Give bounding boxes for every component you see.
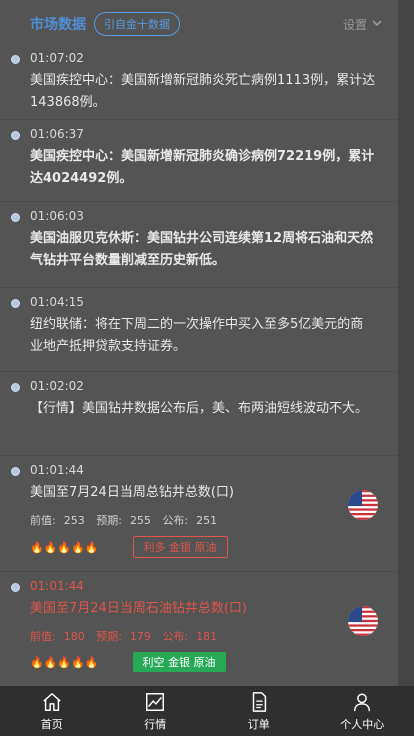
news-time: 01:02:02 (30, 379, 84, 393)
news-text: 美国至7月24日当周石油钻井总数(口) (30, 601, 247, 616)
actual-value: 251 (196, 514, 218, 527)
importance-rating: 🔥 🔥 🔥 🔥 🔥 利多 金银 原油 (30, 536, 398, 558)
news-item[interactable]: 01:07:02 美国疾控中心：美国新增新冠肺炎死亡病例1113例，累计达143… (0, 44, 398, 120)
timeline-dot (11, 467, 20, 476)
prev-value: 180 (63, 630, 85, 643)
actual-label: 公布: (162, 514, 189, 527)
flame-icon: 🔥 (30, 655, 44, 669)
news-text: 美国油服贝克休斯：美国钻井公司连续第12周将石油和天然气钻井平台数量削减至历史新… (30, 231, 374, 268)
news-item[interactable]: 01:02:02 【行情】美国钻井数据公布后，美、布两油短线波动不大。 (0, 372, 398, 456)
news-time: 01:01:44 (30, 579, 84, 593)
impact-tag: 利多 金银 原油 (132, 536, 228, 558)
flame-icon: 🔥 (57, 540, 72, 554)
data-release-item[interactable]: 01:01:44 美国至7月24日当周总钻井总数(口) 前值: 253 预期: 25… (0, 456, 398, 572)
news-text: 【行情】美国钻井数据公布后，美、布两油短线波动不大。 (30, 401, 369, 416)
flame-icon: 🔥 (84, 655, 99, 669)
timeline-dot (11, 583, 20, 592)
news-time: 01:06:03 (30, 209, 84, 223)
timeline-dot (11, 213, 20, 222)
prev-value: 253 (63, 514, 85, 527)
news-item[interactable]: 01:04:15 纽约联储：将在下周二的一次操作中买入至多5亿美元的商业地产抵押… (0, 288, 398, 372)
settings-button[interactable]: 设置 (343, 16, 382, 33)
news-time: 01:01:44 (30, 463, 84, 477)
actual-label: 公布: (162, 630, 189, 643)
news-text: 纽约联储：将在下周二的一次操作中买入至多5亿美元的商业地产抵押贷款支持证券。 (30, 317, 364, 354)
scrollbar[interactable] (398, 0, 414, 686)
tab-label: 订单 (247, 718, 270, 731)
timeline-dot (11, 299, 20, 308)
tab-label: 行情 (144, 718, 167, 731)
news-text: 美国疾控中心：美国新增新冠肺炎死亡病例1113例，累计达143868例。 (30, 73, 376, 110)
actual-value: 181 (196, 630, 218, 643)
flame-icon: 🔥 (71, 655, 85, 669)
news-item[interactable]: 01:06:03 美国油服贝克休斯：美国钻井公司连续第12周将石油和天然气钻井平… (0, 202, 398, 288)
flame-icon: 🔥 (43, 655, 58, 669)
us-flag-icon (348, 490, 378, 520)
forecast-label: 预期: (96, 630, 122, 643)
timeline-dot (11, 131, 20, 140)
news-text: 美国疾控中心：美国新增新冠肺炎确诊病例72219例，累计达4024492例。 (30, 149, 375, 186)
importance-rating: 🔥 🔥 🔥 🔥 🔥 利空 金银 原油 (30, 652, 398, 672)
prev-label: 前值: (30, 630, 56, 643)
news-item[interactable]: 01:06:37 美国疾控中心：美国新增新冠肺炎确诊病例72219例，累计达40… (0, 120, 398, 202)
forecast-value: 255 (129, 514, 151, 527)
tab-home[interactable]: 首页 (0, 686, 104, 736)
impact-tag: 利空 金银 原油 (132, 652, 226, 672)
source-badge[interactable]: 引自金十数据 (94, 12, 180, 36)
news-time: 01:06:37 (30, 127, 84, 141)
data-release-item[interactable]: 01:01:44 美国至7月24日当周石油钻井总数(口) 前值: 180 预期: 1… (0, 572, 398, 688)
flame-icon: 🔥 (84, 540, 99, 554)
settings-label: 设置 (342, 18, 367, 32)
news-time: 01:04:15 (30, 295, 84, 309)
data-values: 前值: 180 预期: 179 公布: 181 (30, 628, 398, 644)
flame-icon: 🔥 (30, 540, 44, 554)
header: 市场数据 引自金十数据 设置 (0, 0, 414, 48)
data-values: 前值: 253 预期: 255 公布: 251 (30, 512, 398, 528)
flame-icon: 🔥 (57, 655, 72, 669)
bottom-tab-bar: 首页 行情 订单 个人中心 (0, 686, 414, 736)
tab-profile[interactable]: 个人中心 (311, 686, 414, 736)
news-feed: 01:07:02 美国疾控中心：美国新增新冠肺炎死亡病例1113例，累计达143… (0, 44, 398, 688)
timeline-dot (11, 383, 20, 392)
user-icon (354, 693, 371, 712)
news-time: 01:07:02 (30, 51, 84, 65)
flame-icon: 🔥 (43, 540, 58, 554)
forecast-label: 预期: (96, 514, 122, 527)
page-title: 市场数据 (30, 17, 86, 33)
timeline-dot (11, 55, 20, 64)
news-text: 美国至7月24日当周总钻井总数(口) (30, 485, 234, 500)
chevron-down-icon (372, 19, 382, 30)
tab-label: 首页 (40, 718, 63, 731)
document-icon (252, 692, 266, 712)
flame-icon: 🔥 (71, 540, 85, 554)
tab-label: 个人中心 (340, 718, 385, 731)
tab-orders[interactable]: 订单 (207, 686, 311, 736)
forecast-value: 179 (129, 630, 151, 643)
chart-icon (146, 693, 165, 711)
tab-market[interactable]: 行情 (104, 686, 208, 736)
prev-label: 前值: (30, 514, 56, 527)
home-icon (43, 693, 61, 711)
us-flag-icon (348, 606, 378, 636)
